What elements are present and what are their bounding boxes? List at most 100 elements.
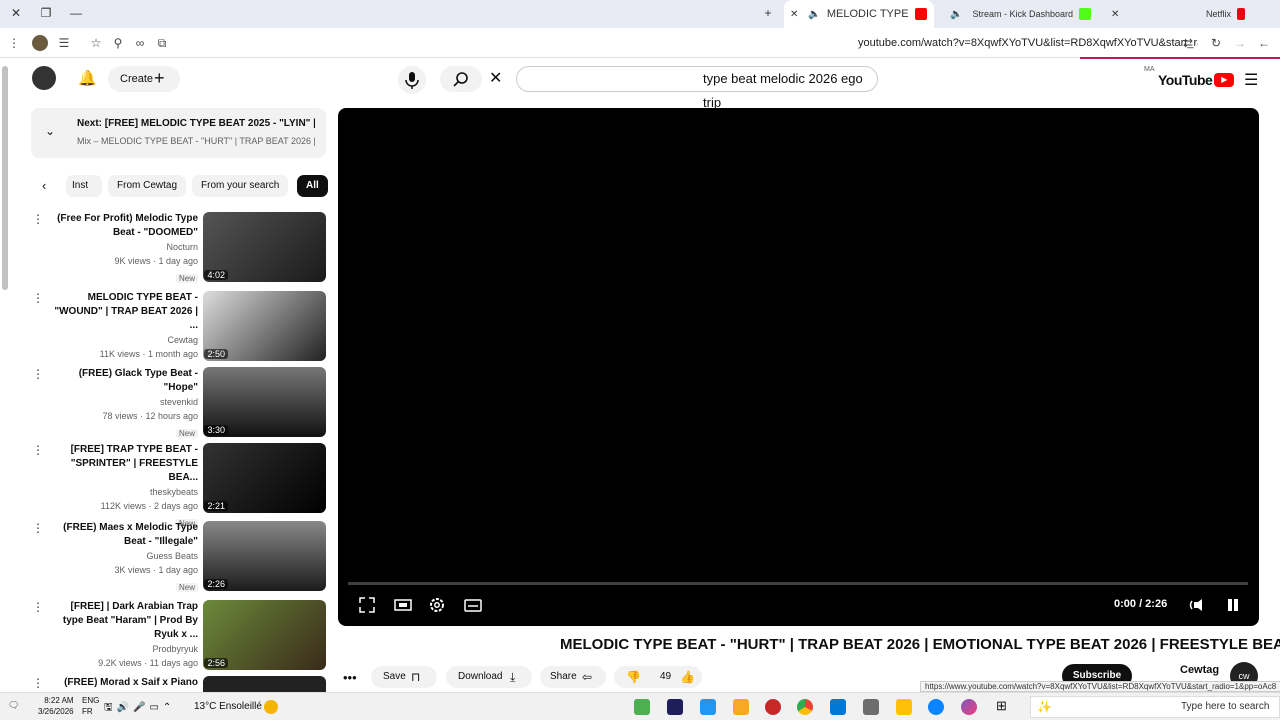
subtitles-icon[interactable] xyxy=(464,596,482,614)
theater-mode-icon[interactable] xyxy=(394,596,412,614)
list-item[interactable]: ⋮ (FREE) Morad x Saif x Piano xyxy=(30,676,326,692)
region: FR xyxy=(82,707,93,716)
copilot-icon[interactable]: ✨ xyxy=(1037,697,1052,717)
back-icon[interactable]: ← xyxy=(1256,35,1272,51)
create-button[interactable]: Create + xyxy=(108,66,180,92)
list-item[interactable]: 2:26 ⋮ (FREE) Maes x Melodic Type Beat -… xyxy=(30,521,326,593)
vscode-icon[interactable] xyxy=(700,699,716,715)
play-pause-icon[interactable] xyxy=(1224,596,1242,614)
zoom-icon[interactable]: ⚲ xyxy=(110,35,126,51)
more-options-icon[interactable]: ⋮ xyxy=(32,212,44,226)
sun-icon xyxy=(264,700,278,714)
firefox-icon[interactable] xyxy=(961,699,977,715)
duration-badge: 2:26 xyxy=(204,579,228,589)
install-app-icon[interactable]: ⧉ xyxy=(154,35,170,51)
settings-gear-icon[interactable] xyxy=(428,596,446,614)
notifications-bell-icon[interactable]: 🔔 xyxy=(78,69,97,87)
search-button[interactable] xyxy=(440,66,482,92)
address-bar[interactable]: youtube.com/watch?v=8XqwfXYoTVU&list=RD8… xyxy=(858,32,1198,54)
menu-kebab-icon[interactable]: ⋮ xyxy=(6,35,22,51)
tab-search-icon[interactable]: ☰ xyxy=(56,35,72,51)
taskbar-search-input[interactable]: Type here to search ✨ xyxy=(1030,696,1280,718)
premiere-icon[interactable] xyxy=(667,699,683,715)
more-options-icon[interactable]: ⋮ xyxy=(32,676,44,690)
tab-youtube[interactable]: ✕ 🔈 MELODIC TYPE BEAT - "HU xyxy=(784,0,934,28)
video-title: (FREE) Glack Type Beat - "Hope" xyxy=(78,368,198,393)
audio-icon: 🔈 xyxy=(950,8,963,20)
notes-icon[interactable] xyxy=(733,699,749,715)
maximize-window-icon[interactable]: ❐ xyxy=(38,6,54,20)
new-badge: New xyxy=(175,429,198,438)
share-button[interactable]: Share ⇦ xyxy=(540,666,606,688)
list-item[interactable]: 2:56 ⋮ [FREE] | Dark Arabian Trap type B… xyxy=(30,600,326,672)
more-options-icon[interactable]: ⋮ xyxy=(32,521,44,535)
language-indicator[interactable]: ENG FR xyxy=(82,695,99,717)
lang: ENG xyxy=(82,696,100,705)
reload-icon[interactable]: ↻ xyxy=(1208,35,1224,51)
link-icon[interactable]: ∞ xyxy=(132,35,148,51)
youtube-logo[interactable]: YouTube ▶ MA xyxy=(1144,66,1235,90)
site-settings-icon[interactable]: ⇄ xyxy=(1180,35,1196,51)
bookmark-star-icon[interactable]: ☆ xyxy=(88,35,104,51)
store-icon[interactable] xyxy=(863,699,879,715)
profile-avatar[interactable] xyxy=(32,35,48,51)
file-explorer-icon[interactable] xyxy=(896,699,912,715)
clear-search-icon[interactable]: ✕ xyxy=(489,67,502,91)
tab-netflix[interactable]: Netflix xyxy=(1200,0,1280,28)
more-actions-icon[interactable]: ••• xyxy=(343,670,357,685)
volume-icon[interactable] xyxy=(1188,596,1206,614)
chevron-left-icon[interactable]: ‹ xyxy=(42,178,46,193)
more-options-icon[interactable]: ⋮ xyxy=(32,443,44,457)
search-input[interactable]: type beat melodic 2026 ego trip ✕ xyxy=(489,66,878,110)
tab-kick[interactable]: 🔈 Stream - Kick Dashboard ✕ xyxy=(944,0,1124,28)
save-button[interactable]: Save ⊓ xyxy=(371,666,437,688)
channel-name: Cewtag xyxy=(167,335,198,345)
channel-name: stevenkid xyxy=(159,397,198,407)
more-options-icon[interactable]: ⋮ xyxy=(32,600,44,614)
more-options-icon[interactable]: ⋮ xyxy=(32,367,44,381)
new-tab-icon[interactable]: + xyxy=(760,6,776,20)
avatar[interactable] xyxy=(32,66,56,90)
tray-icons[interactable]: 🖫🔊🎤▭⌃ xyxy=(104,700,175,717)
edge-icon[interactable] xyxy=(928,699,944,715)
minimize-window-icon[interactable]: — xyxy=(68,6,84,20)
chip-all[interactable]: All xyxy=(297,175,328,197)
plus-icon: + xyxy=(154,68,165,88)
download-button[interactable]: Download ⤓ xyxy=(446,666,532,688)
dislike-icon[interactable]: 👎 xyxy=(626,666,641,688)
list-item[interactable]: 2:50 ⋮ MELODIC TYPE BEAT - "WOUND" | TRA… xyxy=(30,291,326,363)
more-options-icon[interactable]: ⋮ xyxy=(32,291,44,305)
obs-icon[interactable] xyxy=(765,699,781,715)
chevron-down-icon[interactable]: ⌄ xyxy=(45,124,55,138)
channel-name[interactable]: Cewtag xyxy=(1180,664,1219,676)
duration-badge: 3:30 xyxy=(204,425,228,435)
voice-search-button[interactable] xyxy=(398,66,426,94)
fullscreen-icon[interactable] xyxy=(358,596,376,614)
video-thumbnail[interactable] xyxy=(203,676,326,692)
chip-inst[interactable]: Inst xyxy=(66,175,102,197)
weather-text[interactable]: 13°C Ensoleillé xyxy=(194,701,262,712)
task-view-icon[interactable]: ⊞ xyxy=(996,698,1007,714)
video-player[interactable]: 0:00 / 2:26 xyxy=(338,108,1259,626)
photos-icon[interactable] xyxy=(830,699,846,715)
chrome-icon[interactable] xyxy=(797,699,813,715)
taskbar-clock[interactable]: 8:22 AM 3/26/2026 xyxy=(38,695,74,717)
audio-icon: 🔈 xyxy=(808,8,821,20)
chip-from-search[interactable]: From your search xyxy=(192,175,289,197)
scrollbar-thumb[interactable] xyxy=(2,66,8,290)
netflix-favicon-icon xyxy=(1237,8,1246,20)
close-tab-icon[interactable]: ✕ xyxy=(1111,9,1119,20)
progress-bar[interactable] xyxy=(348,582,1248,585)
up-next-card[interactable]: ⌄ Next: [FREE] MELODIC TYPE BEAT 2025 - … xyxy=(31,108,326,158)
forward-icon[interactable]: → xyxy=(1232,35,1248,51)
app-icon[interactable] xyxy=(634,699,650,715)
chip-from-channel[interactable]: From Cewtag xyxy=(108,175,187,197)
close-window-icon[interactable]: ✕ xyxy=(8,6,24,20)
notification-icon[interactable]: 🗨 xyxy=(8,700,19,711)
list-item[interactable]: 3:30 ⋮ (FREE) Glack Type Beat - "Hope" s… xyxy=(30,367,326,439)
guide-menu-icon[interactable]: ☰ xyxy=(1244,70,1258,90)
list-item[interactable]: 2:21 ⋮ [FREE] TRAP TYPE BEAT - "SPRINTER… xyxy=(30,443,326,528)
list-item[interactable]: 4:02 ⋮ (Free For Profit) Melodic Type Be… xyxy=(30,212,326,284)
like-icon[interactable]: 👍 xyxy=(680,666,695,688)
close-tab-icon[interactable]: ✕ xyxy=(790,9,798,20)
